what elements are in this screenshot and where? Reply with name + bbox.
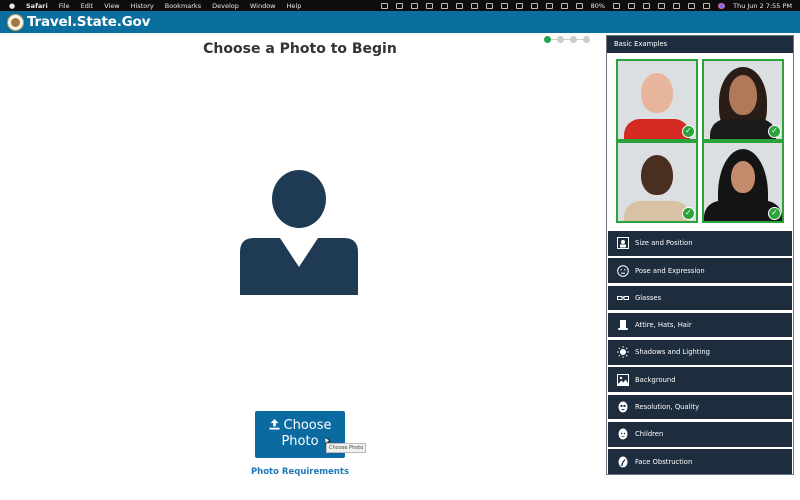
photo-requirements-link[interactable]: Photo Requirements (0, 467, 600, 477)
landscape-image-icon (616, 373, 629, 386)
hand-over-face-icon (616, 455, 629, 468)
panel-header: Basic Examples (607, 36, 793, 53)
apple-menu-icon[interactable]: ● (8, 2, 16, 10)
person-silhouette-icon (240, 170, 358, 295)
menu-file[interactable]: File (59, 2, 70, 10)
site-header: Travel.State.Gov (0, 11, 800, 33)
battery-icon[interactable] (613, 2, 621, 9)
macos-menu-bar: ● Safari File Edit View History Bookmark… (0, 0, 800, 11)
menu-label: Resolution, Quality (635, 403, 700, 412)
shirt (624, 201, 690, 221)
portrait-frame-icon (616, 237, 629, 250)
clock-icon[interactable] (688, 2, 696, 9)
menu-size-and-position[interactable]: Size and Position (608, 231, 792, 256)
progress-stepper (544, 36, 590, 43)
basic-examples-panel: Basic Examples ✓ ✓ ✓ ✓ Size and Position… (606, 35, 794, 475)
battery-percent[interactable]: 80% (591, 2, 605, 10)
face-neutral-icon (616, 264, 629, 277)
baby-face-icon (616, 428, 629, 441)
example-photo[interactable]: ✓ (616, 59, 698, 141)
cloud-icon[interactable] (455, 2, 463, 9)
sun-icon (616, 346, 629, 359)
menu-window[interactable]: Window (250, 2, 276, 10)
choose-photo-label-line2: Photo (281, 434, 319, 449)
example-photo[interactable]: ✓ (616, 141, 698, 223)
record-icon[interactable] (515, 2, 523, 9)
control-center-icon[interactable] (703, 2, 711, 9)
top-hat-icon (616, 319, 629, 332)
face (731, 161, 755, 193)
face (641, 73, 673, 113)
glasses-icon (616, 291, 629, 304)
user-icon[interactable] (500, 2, 508, 9)
page-title: Choose a Photo to Begin (203, 41, 397, 57)
example-photo[interactable]: ✓ (702, 59, 784, 141)
approved-check-icon: ✓ (768, 125, 781, 138)
bluetooth-icon[interactable] (628, 2, 636, 9)
menu-glasses[interactable]: Glasses (608, 285, 792, 311)
tray-app-icon[interactable] (410, 2, 418, 9)
menu-label: Shadows and Lighting (635, 348, 710, 357)
site-title[interactable]: Travel.State.Gov (27, 14, 150, 30)
shield-icon[interactable] (395, 2, 403, 9)
state-department-seal-logo[interactable] (7, 13, 24, 31)
menu-label: Background (635, 375, 676, 384)
tray-app-icon[interactable] (380, 2, 388, 9)
menu-pose-and-expression[interactable]: Pose and Expression (608, 258, 792, 283)
shirt (710, 119, 776, 139)
example-photo[interactable]: ✓ (702, 141, 784, 223)
menu-resolution-quality[interactable]: Resolution, Quality (608, 394, 792, 420)
menu-develop[interactable]: Develop (212, 2, 239, 10)
choose-photo-label-line1: Choose (283, 418, 332, 433)
upload-icon (268, 419, 280, 430)
menu-label: Face Obstruction (635, 457, 693, 466)
shirt (624, 119, 690, 139)
download-icon[interactable] (643, 2, 651, 9)
menu-background[interactable]: Background (608, 367, 792, 392)
pin-icon[interactable] (530, 2, 538, 9)
status-tray: 80% Thu Jun 2 7:55 PM (373, 2, 792, 10)
approved-check-icon: ✓ (768, 207, 781, 220)
example-photo-grid: ✓ ✓ ✓ ✓ (616, 59, 784, 223)
menu-attire-hats-hair[interactable]: Attire, Hats, Hair (608, 312, 792, 338)
step-3-dot (570, 36, 577, 43)
menu-label: Attire, Hats, Hair (635, 321, 692, 330)
step-4-dot (583, 36, 590, 43)
step-1-dot (544, 36, 551, 43)
menu-history[interactable]: History (131, 2, 154, 10)
menu-label: Size and Position (635, 239, 693, 248)
volume-icon[interactable] (560, 2, 568, 9)
info-icon[interactable] (545, 2, 553, 9)
approved-check-icon: ✓ (682, 125, 695, 138)
pixelated-face-icon (616, 401, 629, 414)
menu-edit[interactable]: Edit (81, 2, 94, 10)
keyboard-icon[interactable] (575, 2, 583, 9)
approved-check-icon: ✓ (682, 207, 695, 220)
main-content: Choose a Photo to Begin Choose Photo Cho… (0, 33, 605, 500)
menu-app-safari[interactable]: Safari (26, 2, 48, 10)
step-2-dot (557, 36, 564, 43)
menu-face-obstruction[interactable]: Face Obstruction (608, 449, 792, 474)
choose-photo-tooltip: Choose Photo (326, 443, 367, 453)
guidelines-menu: Size and Position Pose and Expression Gl… (608, 231, 792, 477)
wifi-icon[interactable] (658, 2, 666, 9)
menu-bookmarks[interactable]: Bookmarks (165, 2, 201, 10)
menu-label: Children (635, 430, 664, 439)
menu-label: Pose and Expression (635, 266, 705, 275)
display-icon[interactable] (485, 2, 493, 9)
tray-app-icon[interactable] (440, 2, 448, 9)
siri-icon[interactable] (718, 2, 726, 9)
tray-app-icon[interactable] (470, 2, 478, 9)
face (641, 155, 673, 195)
tray-app-icon[interactable] (425, 2, 433, 9)
menubar-clock[interactable]: Thu Jun 2 7:55 PM (733, 2, 792, 10)
menu-help[interactable]: Help (287, 2, 302, 10)
spotlight-search-icon[interactable] (673, 2, 681, 9)
menu-shadows-and-lighting[interactable]: Shadows and Lighting (608, 340, 792, 365)
menu-label: Glasses (635, 293, 662, 302)
menu-children[interactable]: Children (608, 422, 792, 447)
eagle-emblem (11, 17, 20, 27)
menu-view[interactable]: View (104, 2, 119, 10)
face (729, 75, 757, 115)
